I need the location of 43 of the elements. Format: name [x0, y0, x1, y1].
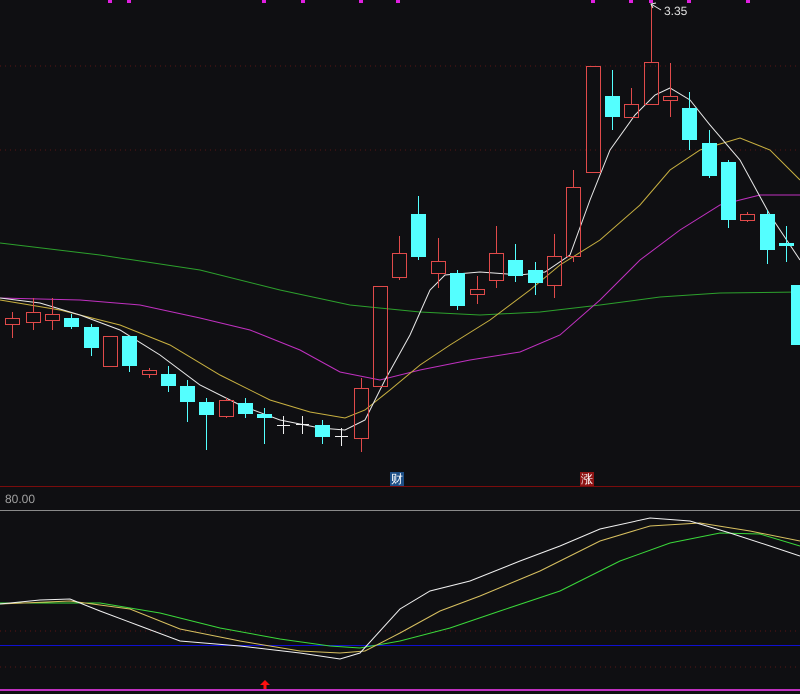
candlestick	[624, 88, 639, 118]
candlestick	[103, 336, 118, 367]
candlestick	[528, 262, 543, 296]
candlestick	[489, 226, 504, 288]
high-price-label: 3.35	[664, 4, 688, 18]
candlestick	[219, 398, 234, 418]
candlestick	[508, 244, 523, 282]
candlestick	[334, 428, 348, 446]
candlestick	[276, 416, 290, 434]
candlestick	[5, 312, 20, 338]
candlestick	[721, 160, 736, 228]
candlestick	[238, 398, 253, 418]
candlestick	[45, 298, 60, 330]
candlestick	[296, 416, 310, 434]
candlestick	[26, 298, 41, 330]
candlestick	[702, 130, 717, 178]
candlestick	[84, 324, 99, 356]
candlestick	[257, 408, 272, 444]
up-arrow-icon	[260, 680, 270, 689]
candlestick	[411, 196, 426, 260]
candlestick	[122, 336, 137, 372]
candlestick	[682, 92, 697, 150]
candlestick	[791, 285, 800, 345]
candlestick	[315, 420, 330, 444]
candlestick	[605, 70, 620, 130]
candlestick	[199, 398, 214, 450]
candlestick	[470, 276, 485, 304]
candlestick	[547, 234, 562, 298]
candlestick	[740, 212, 755, 222]
candlestick	[161, 366, 176, 392]
candlestick	[663, 62, 678, 118]
candlestick	[450, 270, 465, 310]
leader-line	[650, 2, 662, 10]
event-marker: 财	[390, 472, 404, 486]
candlestick	[779, 226, 794, 262]
reference-value: 80.00	[5, 492, 36, 506]
candlestick	[392, 236, 407, 280]
candlestick	[142, 368, 157, 378]
candlestick	[760, 210, 775, 264]
candlestick	[180, 380, 195, 422]
event-marker: 涨	[580, 472, 594, 486]
candlestick	[64, 314, 79, 330]
candlestick	[431, 238, 446, 288]
